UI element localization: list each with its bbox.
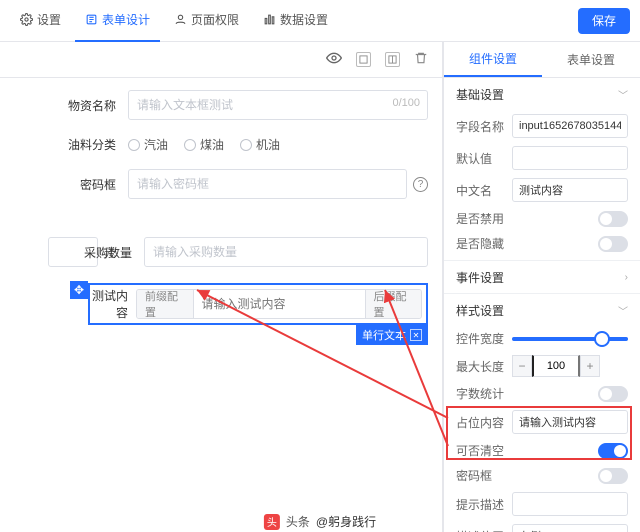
toutiao-logo-icon: 头 <box>264 514 280 530</box>
section-basic[interactable]: 基础设置﹀ <box>444 78 640 110</box>
placeholder-label: 占位内容 <box>456 414 506 431</box>
hidden-switch[interactable] <box>598 236 628 252</box>
delete-field-icon[interactable]: ✕ <box>410 329 422 341</box>
wordcount-switch[interactable] <box>598 386 628 402</box>
wordcount-label: 字数统计 <box>456 385 506 402</box>
name-label: 物资名称 <box>0 97 128 114</box>
tip-label: 提示描述 <box>456 496 506 513</box>
prefix-addon: 前缀配置 <box>137 290 194 318</box>
help-icon[interactable]: ? <box>413 177 428 192</box>
ctrl-width-slider[interactable] <box>512 337 628 341</box>
clearable-label: 可否清空 <box>456 442 506 459</box>
maxlen-value[interactable] <box>532 355 580 377</box>
fuel-option-0[interactable]: 汽油 <box>128 136 168 153</box>
tab-settings[interactable]: 设置 <box>10 0 71 42</box>
pwbox-switch[interactable] <box>598 468 628 484</box>
password-input[interactable] <box>128 169 407 199</box>
watermark: 头 头条 @躬身践行 <box>264 513 376 530</box>
default-value-input[interactable] <box>512 146 628 170</box>
section-style[interactable]: 样式设置﹀ <box>444 294 640 326</box>
section-event[interactable]: 事件设置› <box>444 261 640 293</box>
clearable-switch[interactable] <box>598 443 628 459</box>
fuel-option-2[interactable]: 机油 <box>240 136 280 153</box>
move-handle[interactable]: ✥ <box>70 281 88 299</box>
field-type-tag: 单行文本 ✕ <box>356 325 428 345</box>
preview-icon[interactable] <box>326 50 342 69</box>
ctrl-width-label: 控件宽度 <box>456 330 506 347</box>
disabled-switch[interactable] <box>598 211 628 227</box>
selected-field[interactable]: 测试内容 前缀配置 后缀配置 <box>88 283 428 325</box>
layout-single-icon[interactable] <box>356 52 371 67</box>
selected-field-label: 测试内容 <box>90 287 136 321</box>
default-value-label: 默认值 <box>456 150 506 167</box>
suffix-addon: 后缀配置 <box>365 290 422 318</box>
field-name-input[interactable] <box>512 114 628 138</box>
password-label: 密码框 <box>0 176 128 193</box>
panel-tab-component[interactable]: 组件设置 <box>444 42 542 77</box>
tip-input[interactable] <box>512 492 628 516</box>
save-button[interactable]: 保存 <box>578 8 630 34</box>
field-name-label: 字段名称 <box>456 118 506 135</box>
name-input[interactable] <box>128 90 428 120</box>
chevron-right-icon: › <box>625 272 628 283</box>
disabled-label: 是否禁用 <box>456 210 506 227</box>
delete-icon[interactable] <box>414 51 428 68</box>
layout-split-icon[interactable] <box>385 52 400 67</box>
tab-data-settings[interactable]: 数据设置 <box>253 0 338 42</box>
qty-label: 采购数量 <box>84 244 144 261</box>
chevron-down-icon: ﹀ <box>618 87 628 102</box>
fuel-label: 油料分类 <box>0 136 128 153</box>
selected-field-input[interactable] <box>194 297 365 311</box>
stepper-minus[interactable]: − <box>512 355 532 377</box>
fuel-option-1[interactable]: 煤油 <box>184 136 224 153</box>
panel-tab-form[interactable]: 表单设置 <box>542 42 640 77</box>
tab-form-design[interactable]: 表单设计 <box>75 0 160 42</box>
stepper-plus[interactable]: + <box>580 355 600 377</box>
chevron-down-icon: ﹀ <box>618 303 628 318</box>
maxlen-label: 最大长度 <box>456 358 506 375</box>
cn-name-input[interactable] <box>512 178 628 202</box>
hidden-label: 是否隐藏 <box>456 235 506 252</box>
qty-input[interactable] <box>144 237 428 267</box>
tip-pos-label: 描述位置 <box>456 528 506 532</box>
placeholder-input[interactable] <box>512 410 628 434</box>
tab-page-permission[interactable]: 页面权限 <box>164 0 249 42</box>
name-char-counter: 0/100 <box>392 97 420 109</box>
pwbox-label: 密码框 <box>456 467 506 484</box>
cn-name-label: 中文名 <box>456 182 506 199</box>
maxlen-stepper[interactable]: − + <box>512 355 600 377</box>
tip-pos-input[interactable] <box>512 524 628 532</box>
